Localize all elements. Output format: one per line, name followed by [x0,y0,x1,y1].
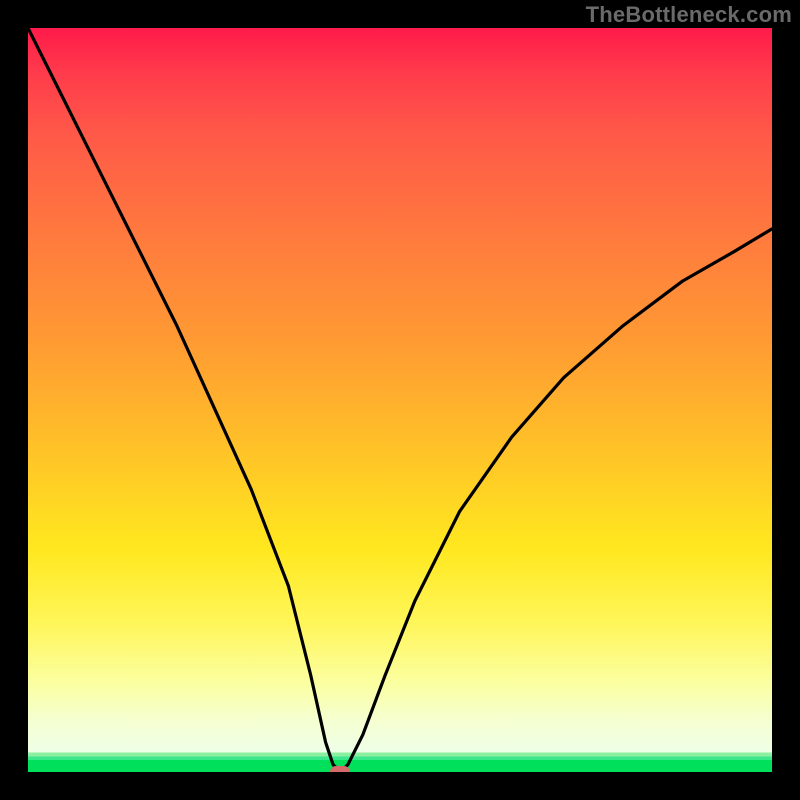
curve-svg [28,28,772,772]
chart-frame: TheBottleneck.com [0,0,800,800]
minimum-marker [330,766,350,772]
plot-area [28,28,772,772]
watermark-text: TheBottleneck.com [586,2,792,28]
bottleneck-curve [28,28,772,772]
